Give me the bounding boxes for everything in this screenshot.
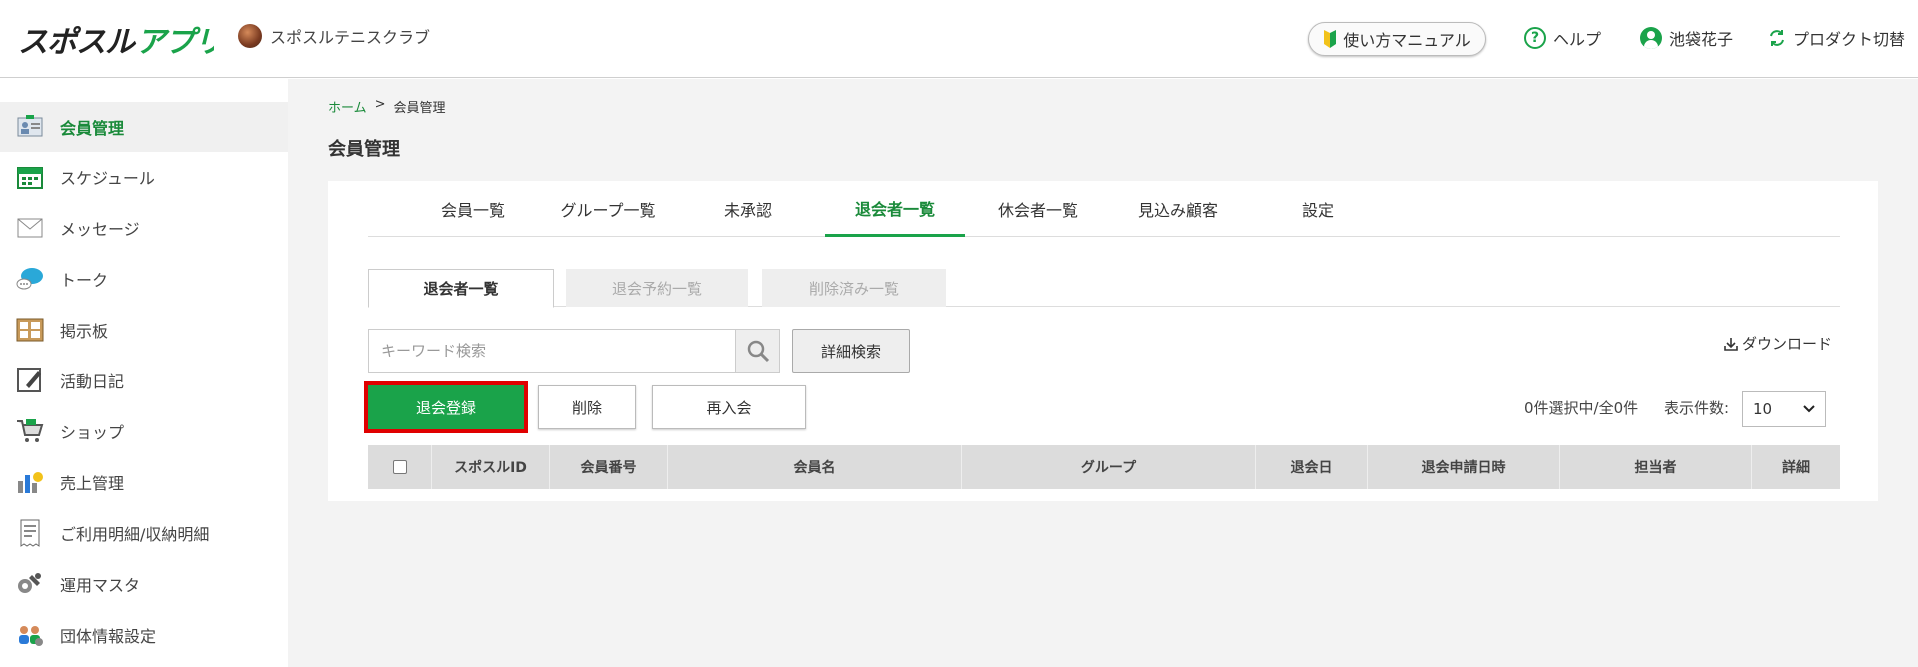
sales-icon xyxy=(16,468,44,496)
sidebar-label: ショップ xyxy=(60,423,125,442)
sidebar: 会員管理 スケジュール メッセージ トーク 掲示板 活動日記 ショップ 売上管理… xyxy=(0,79,288,667)
help-label: ヘルプ xyxy=(1553,30,1602,49)
member-icon xyxy=(16,113,44,141)
manual-label: 使い方マニュアル xyxy=(1343,31,1471,50)
help-icon: ? xyxy=(1524,27,1546,49)
perpage-value: 10 xyxy=(1753,400,1773,418)
sidebar-item-diary[interactable]: 活動日記 xyxy=(0,355,288,405)
breadcrumb-separator: > xyxy=(374,97,386,112)
chat-icon xyxy=(16,265,44,293)
club-selector[interactable]: スポスルテニスクラブ xyxy=(238,24,430,48)
tab-member-list[interactable]: 会員一覧 xyxy=(408,181,538,237)
sidebar-label: トーク xyxy=(60,271,109,290)
club-avatar xyxy=(238,24,262,48)
page-title: 会員管理 xyxy=(328,139,400,160)
receipt-icon xyxy=(16,519,44,547)
sidebar-label: ご利用明細/収納明細 xyxy=(60,525,210,544)
app-logo[interactable]: スポスル アプリ xyxy=(18,18,214,62)
sidebar-item-talk[interactable]: トーク xyxy=(0,254,288,304)
search-icon xyxy=(747,340,769,363)
column-header: 詳細 xyxy=(1782,460,1810,476)
svg-text:アプリ: アプリ xyxy=(136,25,214,60)
advanced-search-button[interactable]: 詳細検索 xyxy=(792,329,910,373)
tab-prospects[interactable]: 見込み顧客 xyxy=(1108,181,1248,237)
group-icon xyxy=(16,621,44,649)
user-menu[interactable]: 池袋花子 xyxy=(1640,26,1733,50)
user-icon xyxy=(1640,27,1662,49)
help-link[interactable]: ? ヘルプ xyxy=(1524,26,1601,50)
download-label: ダウンロード xyxy=(1741,335,1832,353)
withdraw-register-button[interactable]: 退会登録 xyxy=(364,381,528,433)
sidebar-label: 売上管理 xyxy=(60,474,125,493)
sidebar-label: 掲示板 xyxy=(60,322,109,341)
select-all-cell xyxy=(368,445,432,489)
column-header[interactable]: 会員名 xyxy=(668,445,962,489)
manual-button[interactable]: 使い方マニュアル xyxy=(1308,22,1486,56)
column-header[interactable]: 会員番号 xyxy=(550,445,668,489)
switch-label: プロダクト切替 xyxy=(1793,30,1906,49)
sidebar-item-board[interactable]: 掲示板 xyxy=(0,305,288,355)
cart-icon xyxy=(16,417,44,445)
diary-icon xyxy=(16,366,44,394)
search-box xyxy=(368,329,780,373)
app-header: スポスル アプリ スポスルテニスクラブ 使い方マニュアル ? ヘルプ 池袋花子 … xyxy=(0,0,1918,78)
content-panel: 会員一覧 グループ一覧 未承認 退会者一覧 休会者一覧 見込み顧客 設定 退会者… xyxy=(328,181,1878,501)
download-link[interactable]: ダウンロード xyxy=(1724,333,1832,354)
breadcrumb-current: 会員管理 xyxy=(393,101,446,116)
download-icon xyxy=(1724,337,1738,351)
sidebar-label: 運用マスタ xyxy=(60,576,141,595)
sub-tabs: 退会者一覧 退会予約一覧 削除済み一覧 xyxy=(368,269,1840,308)
chevron-down-icon xyxy=(1803,405,1815,413)
tab-group-list[interactable]: グループ一覧 xyxy=(538,181,678,237)
column-header[interactable]: 退会申請日時 xyxy=(1368,445,1560,489)
sidebar-item-message[interactable]: メッセージ xyxy=(0,203,288,253)
sidebar-item-master[interactable]: 運用マスタ xyxy=(0,559,288,609)
subtab-withdrawn[interactable]: 退会者一覧 xyxy=(368,269,554,308)
user-name: 池袋花子 xyxy=(1669,30,1734,49)
wrench-icon xyxy=(16,570,44,598)
perpage-select[interactable]: 10 xyxy=(1742,391,1826,427)
sidebar-label: メッセージ xyxy=(60,220,140,239)
sidebar-item-sales[interactable]: 売上管理 xyxy=(0,457,288,507)
main-tabs: 会員一覧 グループ一覧 未承認 退会者一覧 休会者一覧 見込み顧客 設定 xyxy=(368,181,1840,237)
main-content: ホーム > 会員管理 会員管理 会員一覧 グループ一覧 未承認 退会者一覧 休会… xyxy=(288,79,1918,667)
perpage-label: 表示件数: xyxy=(1664,399,1730,417)
sidebar-item-group-settings[interactable]: 団体情報設定 xyxy=(0,610,288,660)
sidebar-label: 会員管理 xyxy=(60,119,125,138)
sidebar-label: スケジュール xyxy=(60,169,155,188)
board-icon xyxy=(16,316,44,344)
tab-suspended-list[interactable]: 休会者一覧 xyxy=(968,181,1108,237)
rejoin-button[interactable]: 再入会 xyxy=(652,385,806,429)
search-input[interactable] xyxy=(369,330,735,372)
svg-text:スポスル: スポスル xyxy=(18,25,137,60)
column-header[interactable]: スポスルID xyxy=(432,445,550,489)
sidebar-label: 団体情報設定 xyxy=(60,627,157,646)
column-header[interactable]: 担当者 xyxy=(1560,445,1752,489)
column-header[interactable]: 退会日 xyxy=(1256,445,1368,489)
sidebar-label: 活動日記 xyxy=(60,372,125,391)
calendar-icon xyxy=(16,163,44,191)
subtab-deleted[interactable]: 削除済み一覧 xyxy=(762,269,946,307)
sidebar-item-shop[interactable]: ショップ xyxy=(0,406,288,456)
sidebar-item-member[interactable]: 会員管理 xyxy=(0,102,288,152)
tab-settings[interactable]: 設定 xyxy=(1248,181,1388,237)
tab-unapproved[interactable]: 未承認 xyxy=(678,181,818,237)
sidebar-item-schedule[interactable]: スケジュール xyxy=(0,152,288,202)
tab-withdrawn-list[interactable]: 退会者一覧 xyxy=(825,181,965,237)
select-all-checkbox[interactable] xyxy=(392,460,407,474)
sidebar-item-receipt[interactable]: ご利用明細/収納明細 xyxy=(0,508,288,558)
selection-count: 0件選択中/全0件 xyxy=(1524,399,1639,417)
column-header[interactable]: グループ xyxy=(962,445,1256,489)
club-name: スポスルテニスクラブ xyxy=(270,28,431,47)
mail-icon xyxy=(16,214,44,242)
delete-button[interactable]: 削除 xyxy=(538,385,636,429)
refresh-icon xyxy=(1770,30,1784,46)
beginner-mark-icon xyxy=(1324,30,1337,48)
breadcrumb-home[interactable]: ホーム xyxy=(328,97,367,116)
breadcrumb: ホーム > 会員管理 xyxy=(328,97,446,116)
results-table-header: スポスルID 会員番号 会員名 グループ 退会日 退会申請日時 担当者 詳細 xyxy=(368,445,1840,489)
product-switch-link[interactable]: プロダクト切替 xyxy=(1768,26,1905,50)
subtab-reserved[interactable]: 退会予約一覧 xyxy=(566,269,748,307)
search-button[interactable] xyxy=(735,330,779,372)
